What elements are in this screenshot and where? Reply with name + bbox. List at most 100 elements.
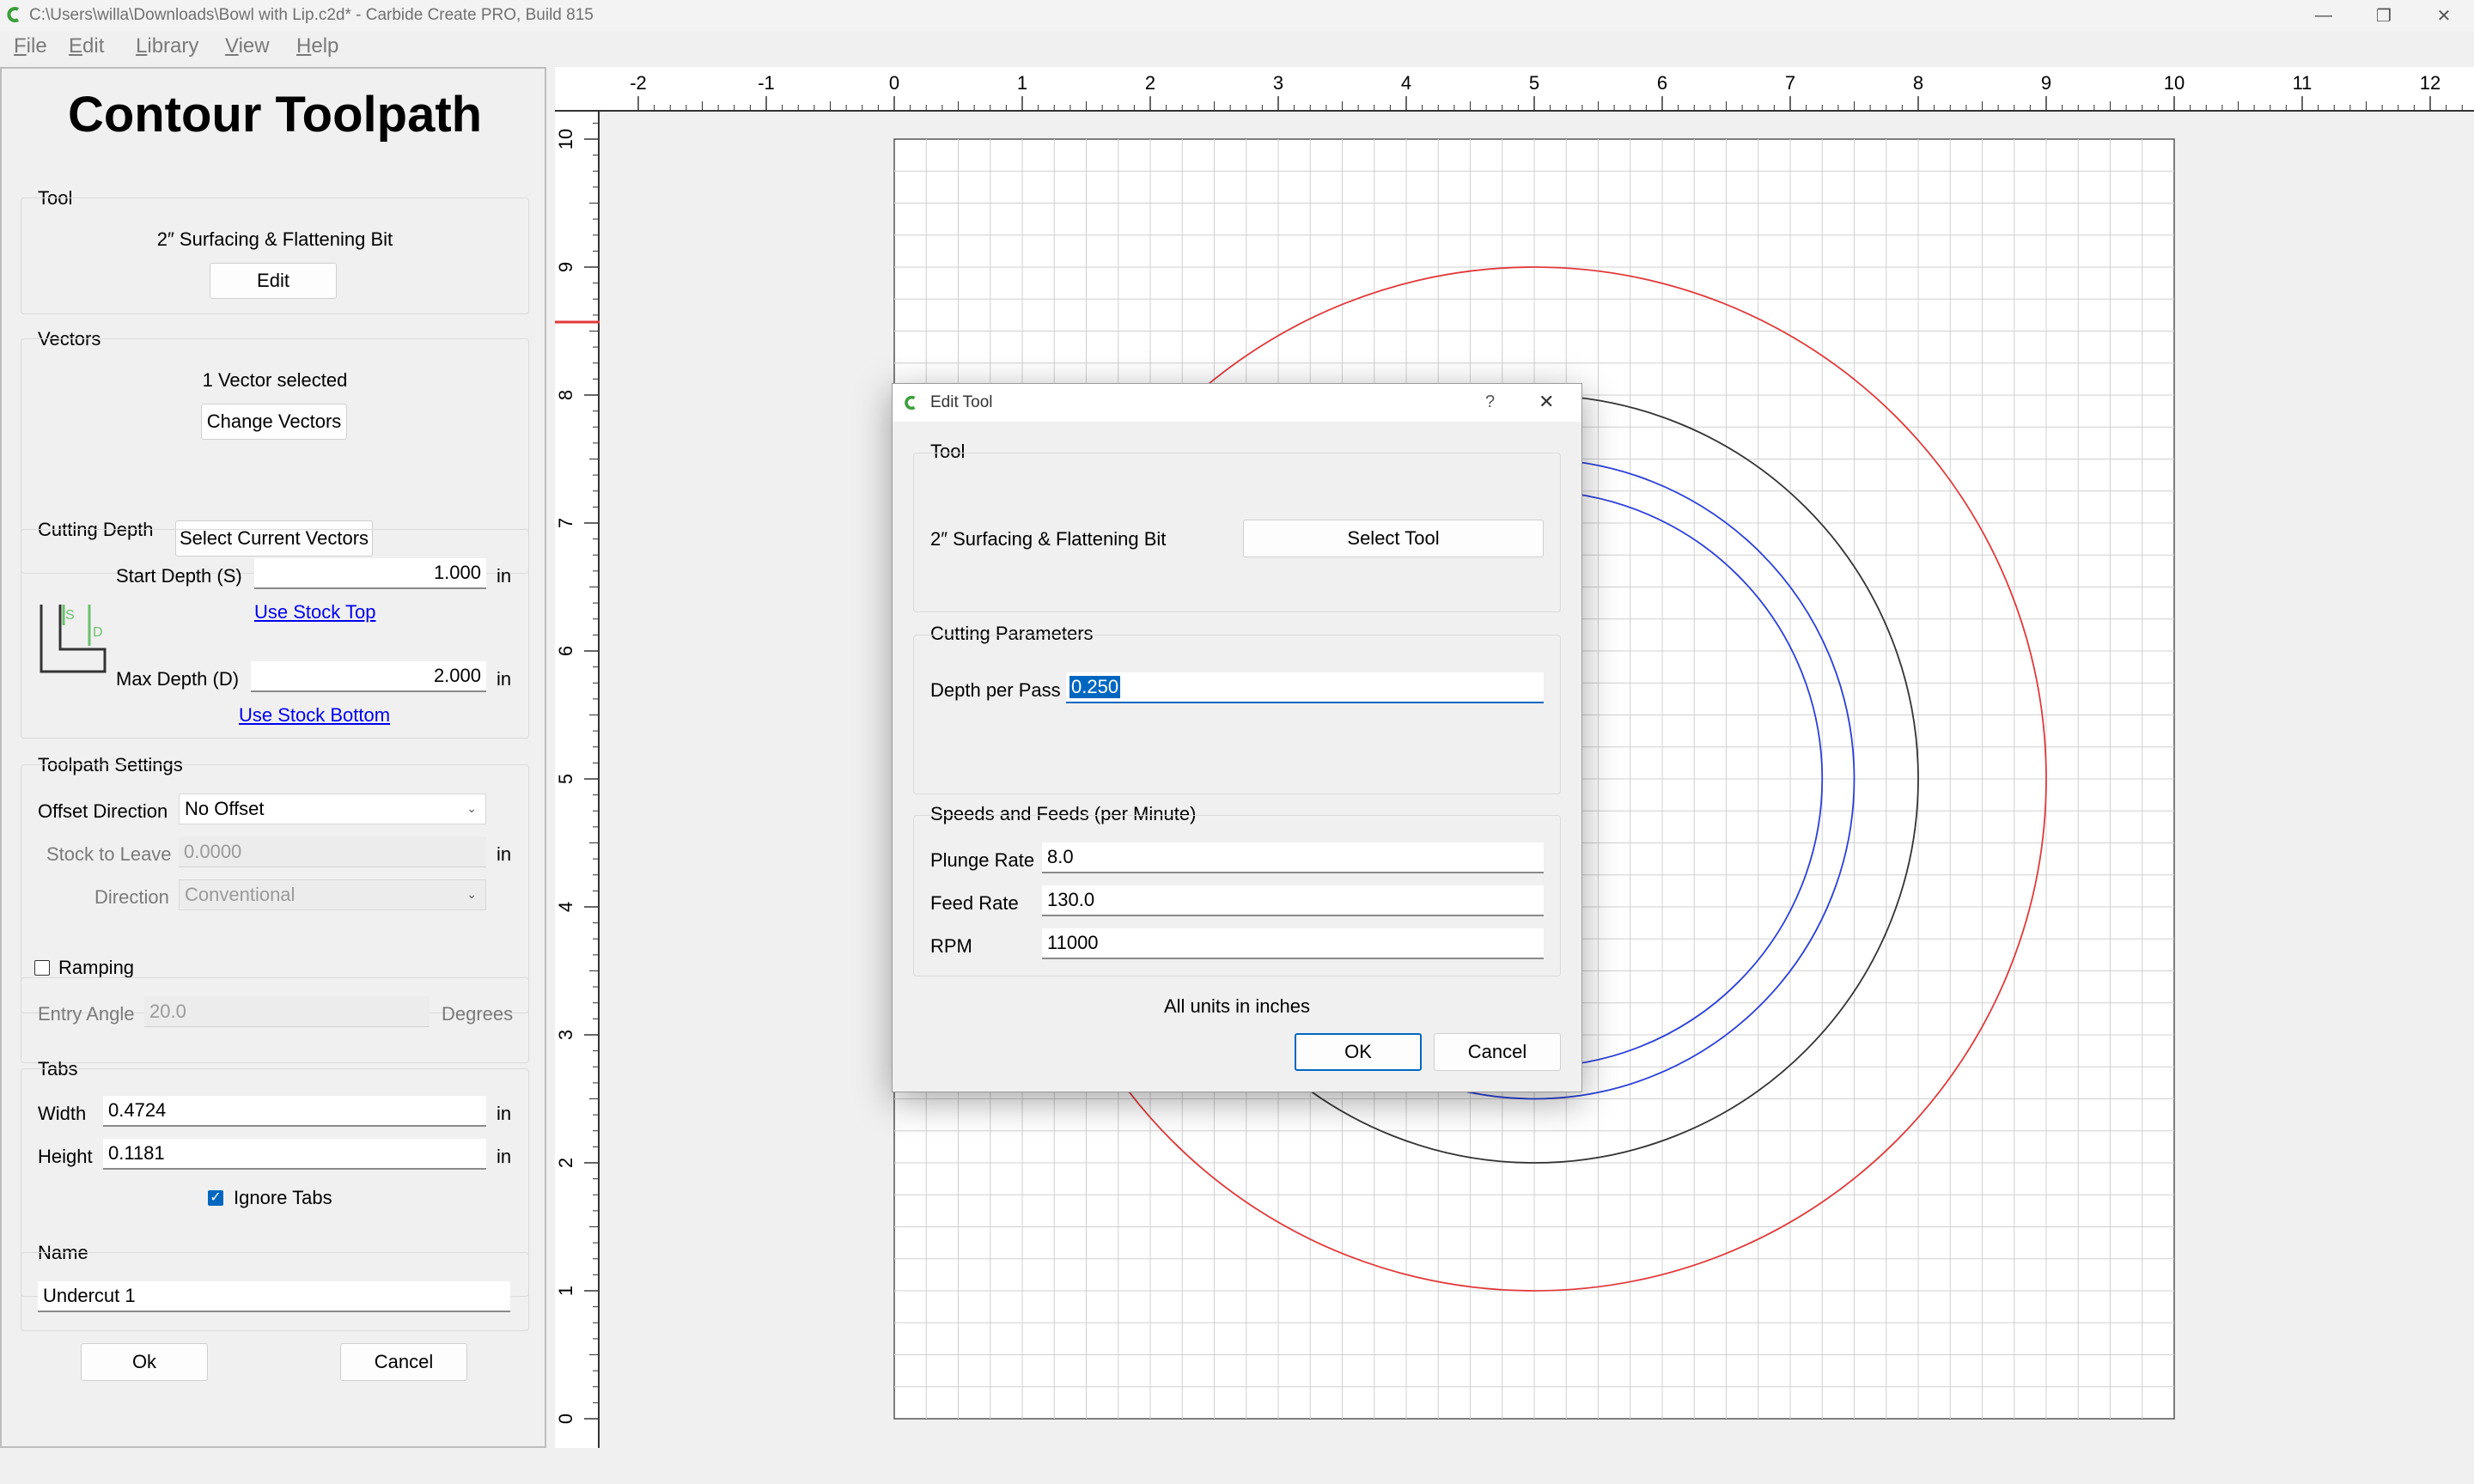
stock-to-leave-unit: in bbox=[497, 843, 512, 865]
rpm-input[interactable] bbox=[1042, 928, 1544, 959]
ruler-y-tick-label: 10 bbox=[555, 129, 576, 149]
ruler-x-tick-label: 1 bbox=[1017, 72, 1027, 94]
ramping-label: Ramping bbox=[58, 957, 135, 978]
depth-diagram-s-label: S bbox=[65, 608, 75, 623]
ruler-x-tick-label: 11 bbox=[2293, 72, 2313, 94]
ramping-checkbox[interactable] bbox=[34, 960, 50, 976]
ruler-y-tick-label: 0 bbox=[555, 1414, 576, 1424]
ignore-tabs-checkbox[interactable]: ✓ bbox=[208, 1190, 223, 1206]
ruler-y-tick-label: 7 bbox=[555, 518, 576, 528]
direction-label: Direction bbox=[94, 886, 169, 908]
help-icon[interactable]: ? bbox=[1485, 392, 1495, 412]
close-icon[interactable]: ✕ bbox=[2414, 0, 2474, 31]
chevron-down-icon: ⌄ bbox=[466, 887, 477, 901]
ruler-y-tick-label: 5 bbox=[555, 774, 576, 784]
entry-angle-unit: Degrees bbox=[442, 1003, 514, 1025]
horizontal-ruler: -2 -1 0 1 2 3 4 5 6 7 8 9 10 11 12 bbox=[555, 67, 2474, 112]
restore-icon[interactable]: ❐ bbox=[2354, 0, 2414, 31]
tab-height-unit: in bbox=[497, 1146, 512, 1167]
plunge-rate-input[interactable] bbox=[1042, 842, 1544, 873]
stock-to-leave-input[interactable] bbox=[179, 836, 486, 867]
minimize-icon[interactable]: — bbox=[2294, 0, 2354, 31]
depth-per-pass-input[interactable]: 0.250 bbox=[1066, 672, 1544, 703]
menu-library[interactable]: Library bbox=[136, 34, 198, 58]
horizontal-ruler-ticks: -2 -1 0 1 2 3 4 5 6 7 8 9 10 11 12 bbox=[630, 72, 2463, 112]
page-title: Contour Toolpath bbox=[67, 87, 483, 143]
ruler-y-tick-label: 4 bbox=[555, 902, 576, 912]
menu-view[interactable]: View bbox=[225, 34, 270, 58]
ruler-x-tick-label: -1 bbox=[758, 72, 775, 94]
title-bar: C:\Users\willa\Downloads\Bowl with Lip.c… bbox=[0, 0, 2474, 31]
vector-selection-status: 1 Vector selected bbox=[202, 369, 348, 391]
max-depth-label: Max Depth (D) bbox=[116, 668, 240, 690]
tab-width-label: Width bbox=[38, 1103, 87, 1124]
ruler-x-tick-label: 9 bbox=[2041, 72, 2051, 94]
contour-toolpath-panel: Contour Toolpath Tool 2″ Surfacing & Fla… bbox=[0, 67, 546, 1448]
dialog-title-bar: Edit Tool ? ✕ bbox=[893, 384, 1581, 422]
direction-select[interactable]: Conventional ⌄ bbox=[179, 879, 486, 910]
menu-help[interactable]: Help bbox=[296, 34, 338, 58]
ruler-y-tick-label: 9 bbox=[555, 262, 576, 272]
window-title: C:\Users\willa\Downloads\Bowl with Lip.c… bbox=[29, 6, 594, 24]
menu-edit[interactable]: Edit bbox=[69, 34, 104, 58]
vertical-ruler: 10 9 8 7 6 5 4 3 2 1 0 bbox=[555, 112, 600, 1448]
ruler-x-tick-label: 7 bbox=[1785, 72, 1795, 94]
chevron-down-icon: ⌄ bbox=[466, 801, 477, 815]
tab-height-input[interactable] bbox=[103, 1139, 486, 1170]
ruler-y-tick-label: 8 bbox=[555, 390, 576, 400]
feed-rate-input[interactable] bbox=[1042, 885, 1544, 916]
start-depth-unit: in bbox=[497, 565, 512, 587]
ruler-x-tick-label: 3 bbox=[1273, 72, 1283, 94]
stock-to-leave-label: Stock to Leave bbox=[46, 843, 172, 865]
use-stock-bottom-link[interactable]: Use Stock Bottom bbox=[239, 704, 390, 727]
depth-per-pass-value: 0.250 bbox=[1069, 676, 1121, 698]
max-depth-input[interactable] bbox=[251, 661, 486, 692]
menu-bar: File Edit Library View Help bbox=[0, 31, 2474, 65]
depth-per-pass-label: Depth per Pass bbox=[930, 679, 1061, 701]
ruler-y-tick-label: 1 bbox=[555, 1286, 576, 1296]
ruler-x-tick-label: 12 bbox=[2420, 72, 2440, 94]
ok-button[interactable]: Ok bbox=[81, 1343, 208, 1381]
entry-angle-input[interactable] bbox=[144, 996, 430, 1027]
max-depth-unit: in bbox=[497, 668, 512, 690]
edit-tool-dialog: Edit Tool ? ✕ Tool 2″ Surfacing & Flatte… bbox=[892, 383, 1582, 1092]
tool-name: 2″ Surfacing & Flattening Bit bbox=[156, 228, 393, 250]
menu-file[interactable]: File bbox=[14, 34, 47, 58]
ruler-x-tick-label: -2 bbox=[630, 72, 647, 94]
ruler-y-tick-label: 2 bbox=[555, 1158, 576, 1168]
ruler-x-tick-label: 0 bbox=[889, 72, 899, 94]
feed-rate-label: Feed Rate bbox=[930, 892, 1019, 914]
change-vectors-button[interactable]: Change Vectors bbox=[201, 404, 347, 440]
dialog-tool-name: 2″ Surfacing & Flattening Bit bbox=[930, 528, 1167, 550]
tab-width-unit: in bbox=[497, 1103, 512, 1124]
units-note: All units in inches bbox=[1164, 995, 1310, 1017]
select-tool-button[interactable]: Select Tool bbox=[1243, 520, 1544, 557]
close-icon[interactable]: ✕ bbox=[1539, 391, 1554, 413]
cancel-button[interactable]: Cancel bbox=[340, 1343, 467, 1381]
carbide-c-logo-icon bbox=[7, 7, 20, 22]
tab-width-input[interactable] bbox=[103, 1096, 486, 1127]
vertical-ruler-ticks: 109876543210 bbox=[555, 122, 600, 1424]
toolpath-name-input[interactable] bbox=[38, 1281, 510, 1312]
edit-tool-button[interactable]: Edit bbox=[210, 263, 337, 299]
dialog-cancel-button[interactable]: Cancel bbox=[1434, 1033, 1561, 1071]
tab-height-label: Height bbox=[38, 1146, 93, 1167]
offset-direction-label: Offset Direction bbox=[38, 800, 168, 822]
start-depth-input[interactable] bbox=[254, 558, 486, 589]
offset-direction-select[interactable]: No Offset ⌄ bbox=[179, 794, 486, 824]
dialog-ok-button[interactable]: OK bbox=[1295, 1033, 1422, 1071]
carbide-c-logo-icon bbox=[905, 395, 916, 411]
ruler-x-tick-label: 4 bbox=[1401, 72, 1411, 94]
ruler-x-tick-label: 8 bbox=[1913, 72, 1923, 94]
ruler-x-tick-label: 10 bbox=[2164, 72, 2185, 94]
dialog-title: Edit Tool bbox=[930, 393, 993, 411]
depth-diagram-d-label: D bbox=[93, 625, 103, 640]
plunge-rate-label: Plunge Rate bbox=[930, 849, 1035, 871]
ruler-x-tick-label: 2 bbox=[1145, 72, 1155, 94]
entry-angle-label: Entry Angle bbox=[38, 1003, 135, 1025]
ruler-y-tick-label: 3 bbox=[555, 1030, 576, 1040]
use-stock-top-link[interactable]: Use Stock Top bbox=[254, 601, 375, 623]
ruler-x-tick-label: 6 bbox=[1657, 72, 1667, 94]
start-depth-label: Start Depth (S) bbox=[116, 565, 242, 587]
cutting-parameters-group bbox=[913, 635, 1561, 794]
